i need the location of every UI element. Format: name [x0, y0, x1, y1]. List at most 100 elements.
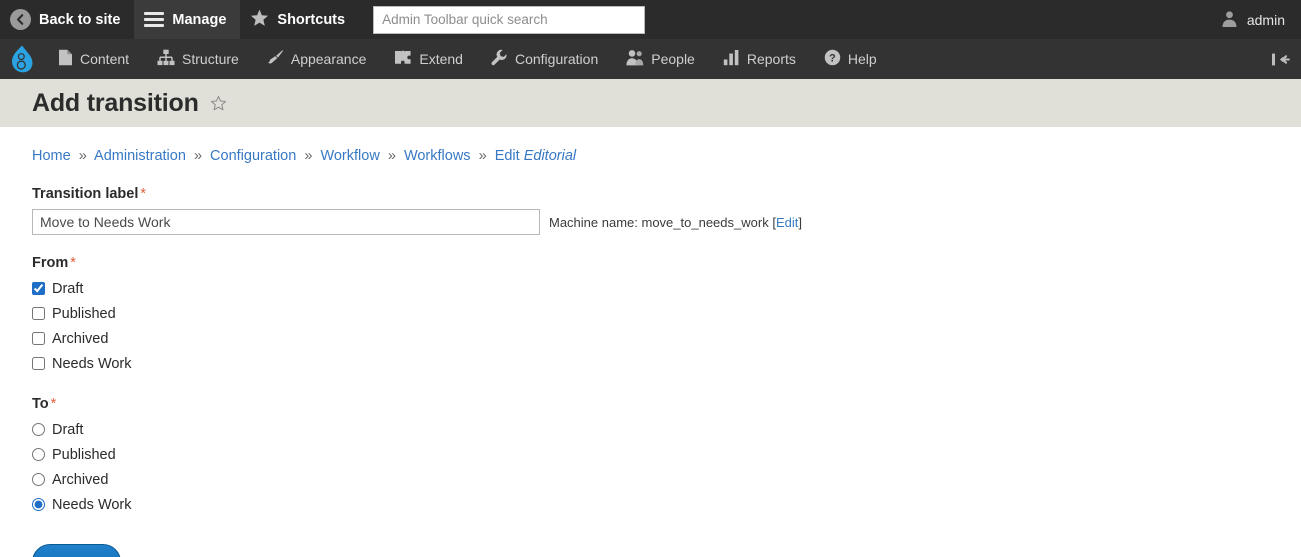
transition-label-row: Machine name: move_to_needs_work [Edit] — [32, 209, 1269, 235]
from-option-needs-work[interactable]: Needs Work — [32, 351, 1269, 376]
breadcrumb-item-configuration[interactable]: Configuration — [210, 148, 296, 164]
from-checkbox-draft[interactable] — [32, 282, 45, 295]
breadcrumb-item-home[interactable]: Home — [32, 148, 71, 164]
to-option-draft[interactable]: Draft — [32, 417, 1269, 442]
to-option-label[interactable]: Archived — [52, 472, 108, 488]
breadcrumb-separator: » — [78, 148, 87, 164]
menu-spacer — [891, 39, 1259, 79]
user-account-menu[interactable]: admin — [1211, 0, 1301, 39]
menu-item-people[interactable]: People — [612, 39, 709, 79]
menu-item-label: Reports — [746, 51, 796, 67]
to-radio-published[interactable] — [32, 448, 45, 461]
from-option-label[interactable]: Archived — [52, 331, 108, 347]
from-option-label[interactable]: Needs Work — [52, 356, 132, 372]
to-option-label[interactable]: Needs Work — [52, 497, 132, 513]
to-option-label[interactable]: Published — [52, 447, 116, 463]
admin-toolbar-top: Back to site Manage Shortcuts admin — [0, 0, 1301, 39]
admin-menu-bar: Content Structure Appearance Extend Conf… — [0, 39, 1301, 79]
back-to-site-button[interactable]: Back to site — [0, 0, 134, 39]
machine-name-display: Machine name: move_to_needs_work [Edit] — [549, 215, 802, 230]
transition-label-input[interactable] — [32, 209, 540, 235]
file-icon — [58, 49, 73, 69]
menu-item-label: Configuration — [514, 51, 599, 67]
menu-item-help[interactable]: ? Help — [810, 39, 891, 79]
breadcrumb-item-administration[interactable]: Administration — [94, 148, 186, 164]
machine-name-prefix: Machine name: — [549, 214, 642, 230]
from-option-label[interactable]: Draft — [52, 281, 83, 297]
machine-name-bracket-close: ] — [798, 214, 802, 230]
breadcrumb-item-workflow[interactable]: Workflow — [320, 148, 379, 164]
tab-manage[interactable]: Manage — [134, 0, 241, 39]
puzzle-piece-icon — [394, 49, 412, 69]
machine-name-bracket-open: [ — [768, 214, 776, 230]
save-button[interactable]: Save — [32, 544, 122, 557]
menu-item-label: Content — [80, 51, 130, 67]
question-mark-icon: ? — [824, 49, 841, 69]
from-group-label: From * — [32, 255, 1269, 271]
to-option-published[interactable]: Published — [32, 442, 1269, 467]
from-checkbox-published[interactable] — [32, 307, 45, 320]
menu-item-appearance[interactable]: Appearance — [253, 39, 381, 79]
drupal-droplet-logo[interactable] — [0, 39, 44, 79]
machine-name-edit-link[interactable]: Edit — [776, 215, 798, 230]
svg-text:?: ? — [829, 53, 836, 65]
collapse-toolbar-icon[interactable] — [1259, 39, 1301, 79]
menu-item-label: Structure — [182, 51, 239, 67]
menu-item-reports[interactable]: Reports — [709, 39, 810, 79]
breadcrumb-separator: » — [193, 148, 203, 164]
menu-item-label: People — [651, 51, 695, 67]
to-option-label[interactable]: Draft — [52, 422, 83, 438]
to-group-label: To * — [32, 396, 1269, 412]
breadcrumb-separator: » — [387, 148, 396, 164]
bar-chart-icon — [723, 49, 740, 69]
menu-item-content[interactable]: Content — [44, 39, 143, 79]
transition-label-label: Transition label * — [32, 186, 1269, 202]
user-avatar-icon — [1221, 10, 1238, 30]
breadcrumb-item-editorial: Editorial — [523, 148, 577, 164]
from-checkbox-needs-work[interactable] — [32, 357, 45, 370]
required-marker: * — [70, 255, 76, 271]
star-outline-icon[interactable] — [210, 95, 227, 112]
to-option-archived[interactable]: Archived — [32, 467, 1269, 492]
to-radio-archived[interactable] — [32, 473, 45, 486]
breadcrumb-item-workflows[interactable]: Workflows — [404, 148, 471, 164]
from-option-label[interactable]: Published — [52, 306, 116, 322]
to-radio-needs-work[interactable] — [32, 498, 45, 511]
star-icon — [250, 9, 269, 31]
from-option-archived[interactable]: Archived — [32, 326, 1269, 351]
machine-name-value: move_to_needs_work — [641, 214, 769, 230]
required-marker: * — [50, 396, 57, 412]
menu-item-label: Appearance — [290, 51, 367, 67]
page-header: Add transition — [0, 79, 1301, 127]
from-option-published[interactable]: Published — [32, 301, 1269, 326]
from-options-group: Draft Published Archived Needs Work — [32, 276, 1269, 376]
people-icon — [626, 49, 644, 69]
menu-item-extend[interactable]: Extend — [380, 39, 477, 79]
menu-item-structure[interactable]: Structure — [143, 39, 253, 79]
manage-label: Manage — [172, 11, 227, 28]
back-arrow-icon — [10, 9, 31, 30]
required-marker: * — [140, 186, 147, 202]
admin-quick-search-input[interactable] — [373, 5, 646, 34]
menu-item-label: Extend — [419, 51, 463, 67]
to-options-group: Draft Published Archived Needs Work — [32, 417, 1269, 517]
wrench-icon — [491, 49, 508, 69]
sitemap-icon — [157, 49, 175, 69]
page-title: Add transition — [32, 88, 199, 117]
to-group-text: To — [32, 396, 49, 412]
from-group-text: From — [32, 255, 69, 271]
breadcrumb-separator: » — [304, 148, 313, 164]
hamburger-menu-icon — [144, 12, 165, 27]
menu-item-configuration[interactable]: Configuration — [477, 39, 612, 79]
from-option-draft[interactable]: Draft — [32, 276, 1269, 301]
tab-shortcuts[interactable]: Shortcuts — [240, 0, 359, 39]
paintbrush-icon — [267, 49, 284, 69]
from-checkbox-archived[interactable] — [32, 332, 45, 345]
menu-item-label: Help — [847, 51, 877, 67]
shortcuts-label: Shortcuts — [277, 11, 346, 28]
to-radio-draft[interactable] — [32, 423, 45, 436]
main-content: Home » Administration » Configuration » … — [0, 127, 1301, 557]
to-option-needs-work[interactable]: Needs Work — [32, 492, 1269, 517]
breadcrumb-item-edit[interactable]: Edit — [495, 148, 520, 164]
